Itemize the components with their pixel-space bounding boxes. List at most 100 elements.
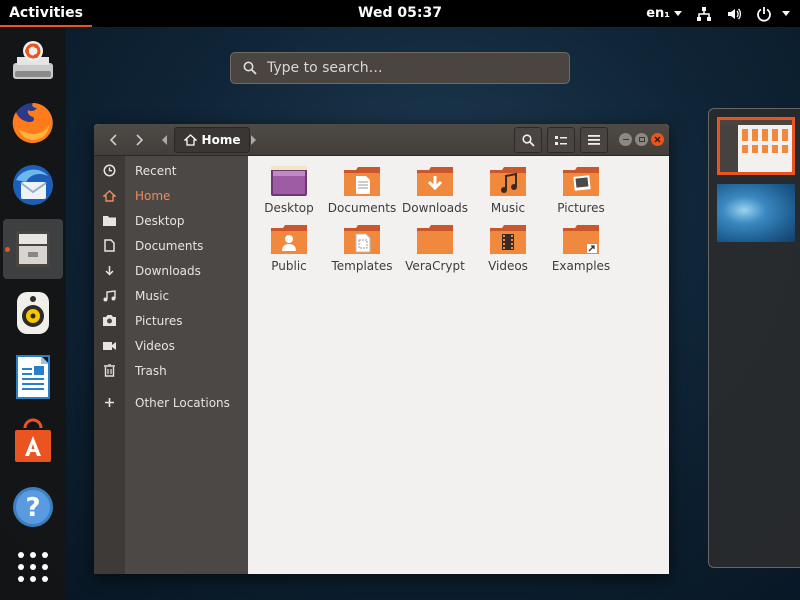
- close-button[interactable]: [651, 133, 664, 146]
- sidebar-item-label: Music: [135, 288, 170, 303]
- dock-item-usb-creator[interactable]: [3, 31, 63, 91]
- video-icon: [94, 341, 125, 351]
- dock-item-help[interactable]: ?: [3, 477, 63, 537]
- chevron-down-icon: [674, 11, 682, 16]
- file-item-public[interactable]: Public: [252, 222, 326, 280]
- keyboard-layout-indicator[interactable]: en₁: [646, 6, 682, 21]
- system-tray: en₁: [646, 0, 790, 27]
- path-scroll-left[interactable]: [158, 127, 172, 153]
- file-label: Documents: [327, 201, 397, 215]
- plus-icon: [94, 397, 125, 408]
- videos-folder-icon: [490, 225, 526, 254]
- clock-icon: [94, 164, 125, 177]
- list-view-icon: [555, 135, 567, 145]
- dock-item-libreoffice-writer[interactable]: [3, 347, 63, 407]
- templates-folder-icon: [344, 225, 380, 254]
- svg-text:?: ?: [25, 493, 40, 523]
- dock-item-software[interactable]: [3, 411, 63, 471]
- maximize-button[interactable]: [635, 133, 648, 146]
- workspace-thumbnail-1[interactable]: [717, 117, 795, 175]
- workspace-thumbnail-2[interactable]: [717, 184, 795, 242]
- software-center-icon: [15, 418, 51, 462]
- sidebar-item-documents[interactable]: Documents: [94, 233, 248, 258]
- file-item-desktop[interactable]: Desktop: [252, 164, 326, 222]
- dock-item-files[interactable]: [3, 219, 63, 279]
- help-icon: ?: [13, 487, 53, 527]
- sidebar-item-home[interactable]: Home: [94, 183, 248, 208]
- maximize-icon: [638, 137, 645, 142]
- sidebar-item-label: Trash: [135, 363, 167, 378]
- music-folder-icon: [490, 167, 526, 196]
- file-label: Downloads: [402, 201, 468, 215]
- sidebar-item-trash[interactable]: Trash: [94, 358, 248, 383]
- dock-item-firefox[interactable]: [3, 93, 63, 153]
- file-item-pictures[interactable]: Pictures: [544, 164, 618, 222]
- back-button[interactable]: [102, 127, 126, 153]
- home-icon: [183, 134, 197, 146]
- file-item-documents[interactable]: Documents: [325, 164, 399, 222]
- file-item-music[interactable]: Music: [471, 164, 545, 222]
- search-button[interactable]: [514, 127, 542, 153]
- activities-button[interactable]: Activities: [0, 0, 92, 27]
- public-folder-icon: [271, 225, 307, 254]
- power-menu[interactable]: [756, 6, 790, 22]
- libreoffice-writer-icon: [16, 355, 50, 399]
- sidebar-item-other-locations[interactable]: Other Locations: [94, 390, 248, 415]
- sidebar-item-downloads[interactable]: Downloads: [94, 258, 248, 283]
- documents-folder-icon: [344, 167, 380, 196]
- sidebar-item-label: Desktop: [135, 213, 185, 228]
- path-scroll-right[interactable]: [246, 127, 260, 153]
- search-icon: [521, 133, 535, 147]
- arrow-right-icon: [251, 135, 256, 145]
- sidebar-item-pictures[interactable]: Pictures: [94, 308, 248, 333]
- dock-item-rhythmbox[interactable]: [3, 283, 63, 343]
- file-label: Examples: [551, 259, 611, 273]
- show-applications-icon: [18, 552, 48, 582]
- sidebar-item-label: Recent: [135, 163, 177, 178]
- path-bar-home[interactable]: Home: [174, 127, 250, 153]
- chevron-left-icon: [109, 134, 117, 146]
- file-label: Desktop: [264, 201, 314, 215]
- examples-folder-icon: [563, 225, 599, 254]
- download-icon: [94, 265, 125, 277]
- home-icon: [94, 189, 125, 202]
- file-item-examples[interactable]: Examples: [544, 222, 618, 280]
- sidebar-item-label: Home: [135, 188, 171, 203]
- volume-icon[interactable]: [726, 6, 742, 22]
- menu-button[interactable]: [580, 127, 608, 153]
- file-item-videos[interactable]: Videos: [471, 222, 545, 280]
- chevron-down-icon: [782, 11, 790, 16]
- sidebar-item-music[interactable]: Music: [94, 283, 248, 308]
- file-label: Pictures: [557, 201, 605, 215]
- search-input[interactable]: [267, 60, 547, 76]
- file-item-templates[interactable]: Templates: [325, 222, 399, 280]
- rhythmbox-icon: [17, 292, 49, 334]
- minimize-button[interactable]: [619, 133, 632, 146]
- sidebar-item-label: Videos: [135, 338, 175, 353]
- file-item-downloads[interactable]: Downloads: [398, 164, 472, 222]
- file-label: VeraCrypt: [405, 259, 465, 273]
- desktop-folder-icon: [271, 166, 307, 196]
- dock-item-show-applications[interactable]: [3, 537, 63, 597]
- close-icon: [654, 136, 661, 143]
- folder-icon: [94, 215, 125, 226]
- usb-creator-icon: [13, 41, 53, 79]
- arrow-left-icon: [162, 135, 167, 145]
- search-box[interactable]: [230, 52, 570, 84]
- dock-item-thunderbird[interactable]: [3, 155, 63, 215]
- thunderbird-icon: [13, 165, 53, 205]
- network-icon[interactable]: [696, 6, 712, 22]
- dock: ?: [0, 27, 66, 600]
- forward-button[interactable]: [127, 127, 151, 153]
- files-window: Home Recent Home Desktop Documents Downl…: [94, 124, 669, 574]
- sidebar-item-desktop[interactable]: Desktop: [94, 208, 248, 233]
- path-label: Home: [201, 133, 241, 147]
- sidebar-item-recent[interactable]: Recent: [94, 158, 248, 183]
- sidebar-item-videos[interactable]: Videos: [94, 333, 248, 358]
- view-toggle-button[interactable]: [547, 127, 575, 153]
- top-panel: Activities Wed 05:37 en₁: [0, 0, 800, 27]
- sidebar-item-label: Downloads: [135, 263, 201, 278]
- downloads-folder-icon: [417, 167, 453, 196]
- trash-icon: [94, 364, 125, 377]
- file-item-veracrypt[interactable]: VeraCrypt: [398, 222, 472, 280]
